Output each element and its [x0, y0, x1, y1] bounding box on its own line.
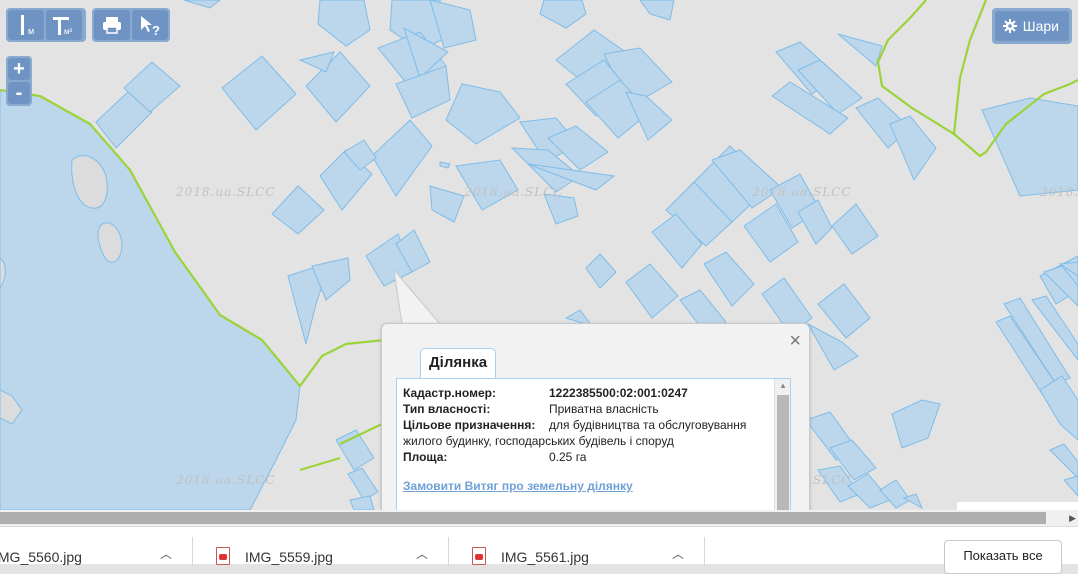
- zoom-control: + -: [6, 56, 32, 106]
- layers-label: Шари: [1022, 18, 1059, 34]
- area-value: 0.25 га: [549, 450, 587, 464]
- image-file-icon: [216, 547, 230, 565]
- show-all-downloads-button[interactable]: Показать все: [944, 540, 1062, 574]
- measure-area-button[interactable]: м²: [46, 10, 82, 40]
- measure-length-icon: м: [21, 15, 34, 36]
- chevron-up-icon[interactable]: ︿: [160, 545, 172, 562]
- popup-scrollbar[interactable]: ▲: [774, 379, 790, 510]
- watermark-5: 2018.ua.SLCC: [176, 473, 276, 487]
- download-filename: IMG_5561.jpg: [501, 549, 589, 565]
- popup-pointer: [393, 268, 441, 325]
- download-item[interactable]: IMG_5561.jpg ︿: [468, 527, 698, 565]
- cadastral-map[interactable]: 2018.ua.SLCC 2018.ua.SLCC 2018.ua.SLCC 2…: [0, 0, 1078, 510]
- watermark-3: 2018.ua.SLCC: [752, 185, 852, 199]
- zoom-out-button[interactable]: -: [8, 82, 30, 104]
- layers-control: Шари: [991, 8, 1072, 44]
- cadastral-label: Кадастр.номер:: [403, 386, 496, 400]
- close-icon[interactable]: ×: [789, 331, 801, 351]
- identify-question-mark: ?: [152, 23, 160, 36]
- tab-parcel[interactable]: Ділянка: [420, 348, 497, 379]
- purpose-value-line2: жилого будинку, господарських будівель і…: [403, 434, 674, 448]
- measure-length-unit: м: [28, 26, 34, 36]
- ownership-value: Приватна власність: [549, 402, 659, 416]
- download-bar: IMG_5560.jpg ︿ IMG_5559.jpg ︿ IMG_5561.j…: [0, 526, 1078, 574]
- print-icon: [103, 17, 121, 34]
- divider: [704, 537, 705, 567]
- purpose-value-line1: для будівництва та обслуговування: [549, 418, 747, 432]
- measure-area-unit: м²: [64, 27, 73, 36]
- print-button[interactable]: [94, 10, 130, 40]
- identify-cursor-icon: ?: [141, 16, 160, 36]
- water-body: [0, 89, 301, 510]
- watermark-4: 2018.ua.SLCC: [1040, 185, 1078, 199]
- chevron-up-icon[interactable]: ︿: [672, 545, 684, 562]
- chevron-up-icon[interactable]: ︿: [416, 545, 428, 562]
- download-item[interactable]: IMG_5559.jpg ︿: [212, 527, 442, 565]
- download-item[interactable]: IMG_5560.jpg ︿: [0, 527, 180, 565]
- parcel-info-panel: Кадастр.номер: 1222385500:02:001:0247 Ти…: [396, 378, 791, 510]
- map-scale-bar: [957, 502, 1078, 510]
- measure-area-icon: м²: [53, 17, 73, 36]
- utility-toolbar: ?: [92, 8, 170, 42]
- cadastral-value: 1222385500:02:001:0247: [549, 386, 688, 400]
- horizontal-scrollbar[interactable]: ▶: [0, 510, 1078, 526]
- divider: [192, 537, 193, 567]
- admin-boundary-3: [299, 456, 341, 472]
- parcel-attributes: Кадастр.номер: 1222385500:02:001:0247 Ти…: [403, 385, 765, 493]
- area-label: Площа:: [403, 450, 448, 464]
- divider: [448, 537, 449, 567]
- order-extract-link[interactable]: Замовити Витяг про земельну ділянку: [403, 479, 765, 493]
- image-file-icon: [472, 547, 486, 565]
- ownership-row: Тип власності: Приватна власність: [403, 401, 765, 417]
- zoom-in-button[interactable]: +: [8, 58, 30, 80]
- scroll-up-icon[interactable]: ▲: [775, 379, 790, 393]
- identify-button[interactable]: ?: [132, 10, 168, 40]
- purpose-row: Цільове призначення: для будівництва та о…: [403, 417, 765, 449]
- download-filename: IMG_5560.jpg: [0, 549, 82, 565]
- layers-button[interactable]: Шари: [994, 11, 1069, 41]
- popup-scroll-thumb[interactable]: [777, 395, 789, 510]
- measure-toolbar: м м²: [6, 8, 86, 42]
- purpose-label: Цільове призначення:: [403, 418, 536, 432]
- measure-length-button[interactable]: м: [8, 10, 44, 40]
- area-row: Площа: 0.25 га: [403, 449, 765, 465]
- gear-icon: [1002, 19, 1017, 33]
- horizontal-scroll-thumb[interactable]: [0, 512, 1046, 524]
- admin-boundary-5: [952, 0, 988, 135]
- download-filename: IMG_5559.jpg: [245, 549, 333, 565]
- watermark-2: 2018.ua.SLCC: [464, 185, 564, 199]
- parcel-info-popup: × Ділянка Кадастр.номер: 1222385500:02:0…: [381, 323, 810, 510]
- watermark-1: 2018.ua.SLCC: [176, 185, 276, 199]
- cadastral-row: Кадастр.номер: 1222385500:02:001:0247: [403, 385, 765, 401]
- scroll-right-icon[interactable]: ▶: [1069, 510, 1076, 526]
- ownership-label: Тип власності:: [403, 402, 491, 416]
